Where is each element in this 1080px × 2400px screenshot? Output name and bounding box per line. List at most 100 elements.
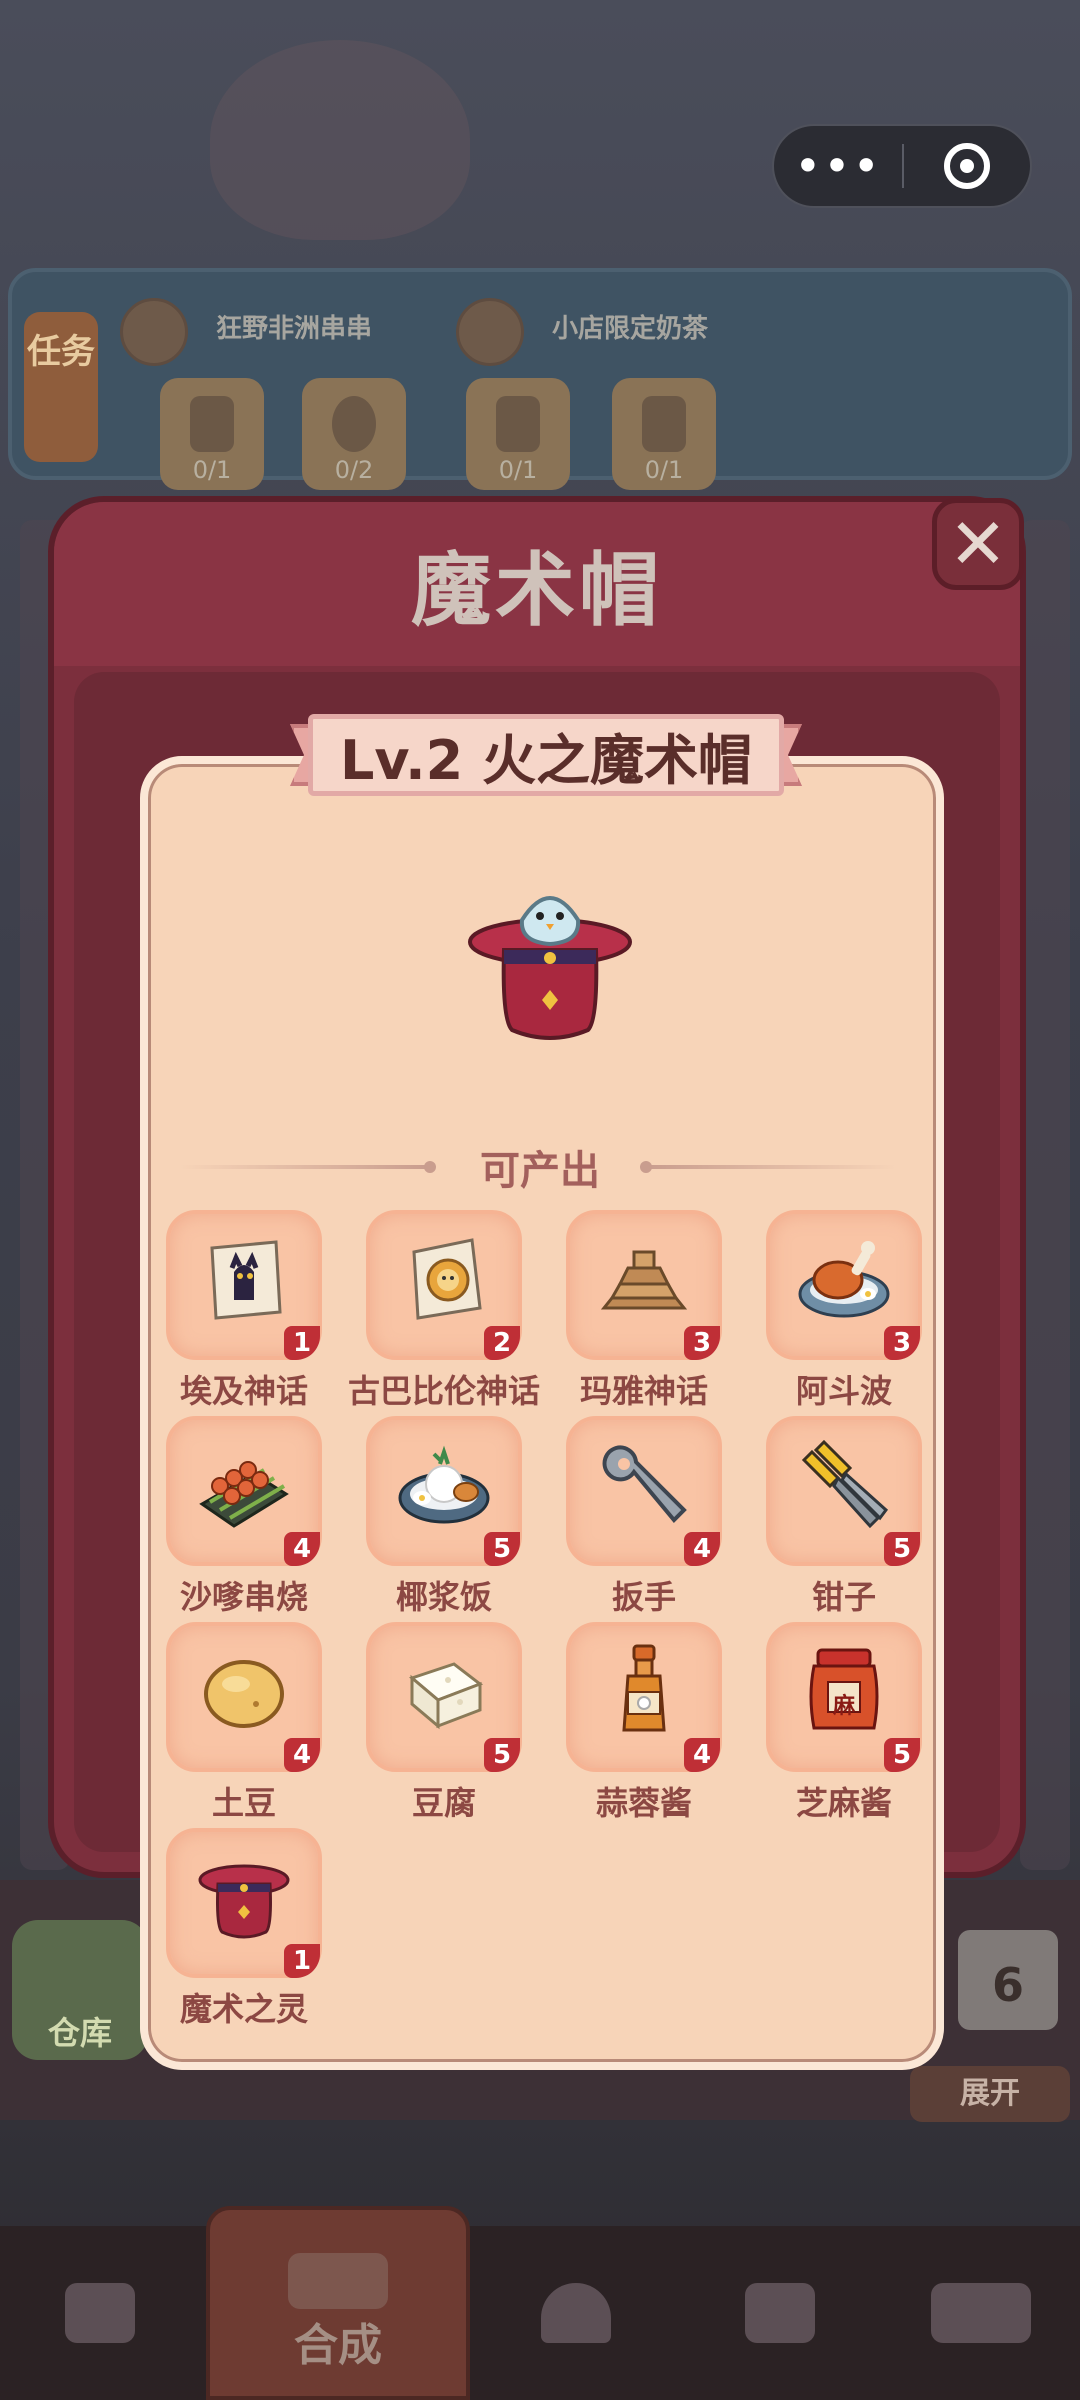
level-badge: 1 <box>284 1944 320 1978</box>
chef-icon <box>745 2283 815 2343</box>
nav-chef[interactable] <box>740 2226 820 2400</box>
target-icon <box>944 143 990 189</box>
item-name: 阿斗波 <box>795 1372 892 1410</box>
more-button[interactable]: ••• <box>774 126 902 206</box>
merge-icon <box>288 2253 388 2309</box>
panel-title: 魔术帽 <box>411 544 663 637</box>
egypt-scroll-icon <box>210 1240 282 1320</box>
calendar-icon[interactable]: 6 <box>958 1930 1058 2030</box>
roast-chicken-plate-icon <box>798 1241 890 1318</box>
produce-item[interactable]: 4 土豆 <box>166 1622 322 1822</box>
bag-icon <box>65 2283 135 2343</box>
miniprogram-capsule: ••• <box>772 124 1032 208</box>
task-slot-count: 0/2 <box>334 456 374 484</box>
level-badge: 1 <box>284 1326 320 1360</box>
task-tab[interactable]: 任务 <box>24 312 98 462</box>
produce-item[interactable]: 5 椰浆饭 <box>366 1416 522 1616</box>
calendar-day: 6 <box>991 1958 1024 2012</box>
warehouse-label: 仓库 <box>47 2014 112 2052</box>
jar-label: 麻 <box>832 1694 855 1719</box>
produce-item[interactable]: 5 豆腐 <box>366 1622 522 1822</box>
maya-pyramid-icon <box>600 1250 688 1310</box>
level-ribbon: Lv.2 火之魔术帽 <box>290 714 802 796</box>
order-avatar-icon <box>120 298 188 366</box>
produce-item[interactable]: 5 钳子 <box>766 1416 922 1616</box>
close-button[interactable]: ✕ <box>932 498 1024 590</box>
item-name: 扳手 <box>611 1578 676 1616</box>
produce-item[interactable]: 3 玛雅神话 <box>566 1210 722 1410</box>
more-icon: ••• <box>794 139 882 193</box>
background-decoration <box>210 40 470 240</box>
pliers-icon <box>801 1439 889 1529</box>
nav-merge[interactable]: 合成 <box>206 2226 470 2400</box>
item-name: 芝麻酱 <box>795 1784 892 1822</box>
task-group-2: 小店限定奶茶 0/1 0/1 <box>452 292 792 490</box>
babylon-scroll-icon <box>412 1238 482 1320</box>
nav-bell[interactable] <box>536 2226 616 2400</box>
item-name: 埃及神话 <box>179 1372 308 1410</box>
nav-bus[interactable] <box>926 2226 1036 2400</box>
fire-magic-hat-icon <box>468 896 632 1040</box>
level-badge: 3 <box>884 1326 920 1360</box>
produce-label: 可产出 <box>480 1148 600 1194</box>
item-name: 古巴比伦神话 <box>347 1372 540 1410</box>
expand-button[interactable]: 展开 <box>910 2066 1070 2122</box>
item-name: 魔术之灵 <box>179 1990 308 2028</box>
task-slot-count: 0/1 <box>644 456 684 484</box>
coconut-rice-icon <box>398 1445 490 1524</box>
level-badge: 3 <box>684 1326 720 1360</box>
close-miniprogram-button[interactable] <box>904 143 1030 189</box>
task-slot-count: 0/1 <box>192 456 232 484</box>
task-slot-count: 0/1 <box>498 456 538 484</box>
item-name: 豆腐 <box>411 1784 476 1822</box>
produce-item[interactable]: 1 魔术之灵 <box>166 1828 322 2028</box>
close-icon: ✕ <box>948 503 1008 585</box>
item-name: 椰浆饭 <box>395 1578 492 1616</box>
level-badge: 4 <box>684 1532 720 1566</box>
produce-item[interactable]: 麻 5 芝麻酱 <box>766 1622 922 1822</box>
produce-item[interactable]: 4 扳手 <box>566 1416 722 1616</box>
item-name: 钳子 <box>811 1578 876 1616</box>
produce-item[interactable]: 1 埃及神话 <box>166 1210 322 1410</box>
wrench-icon <box>602 1445 687 1523</box>
item-name: 土豆 <box>211 1784 276 1822</box>
item-name: 沙嗲串烧 <box>179 1578 308 1616</box>
task-slot[interactable]: 0/2 <box>302 378 406 490</box>
task-slot[interactable]: 0/1 <box>160 378 264 490</box>
divider-right <box>646 1165 896 1169</box>
ribbon-title: Lv.2 火之魔术帽 <box>339 728 753 792</box>
potato-icon <box>204 1660 284 1728</box>
board-right-edge <box>1020 520 1070 1870</box>
level-badge: 4 <box>284 1532 320 1566</box>
task-group-title: 小店限定奶茶 <box>552 314 709 344</box>
nav-merge-label: 合成 <box>294 2320 382 2371</box>
satay-skewers-icon <box>199 1461 289 1528</box>
produce-item[interactable]: 4 沙嗲串烧 <box>166 1416 322 1616</box>
produce-item[interactable]: 4 蒜蓉酱 <box>566 1622 722 1822</box>
level-badge: 4 <box>284 1738 320 1772</box>
garlic-sauce-bottle-icon <box>622 1644 666 1732</box>
level-badge: 2 <box>484 1326 520 1360</box>
task-group-title: 狂野非洲串串 <box>216 314 373 344</box>
order-avatar-icon <box>456 298 524 366</box>
nav-bag[interactable] <box>60 2226 140 2400</box>
bus-icon <box>931 2283 1031 2343</box>
item-name: 玛雅神话 <box>579 1372 708 1410</box>
tofu-icon <box>408 1662 484 1730</box>
produce-item[interactable]: 2 古巴比伦神话 <box>348 1210 540 1410</box>
item-name: 蒜蓉酱 <box>595 1784 692 1822</box>
task-slot[interactable]: 0/1 <box>612 378 716 490</box>
divider-left <box>180 1165 430 1169</box>
magic-hat-icon <box>198 1864 290 1939</box>
task-bar: 任务 狂野非洲串串 0/1 0/2 小店限定奶茶 0/1 0/1 <box>8 268 1072 490</box>
warehouse-button[interactable]: 仓库 <box>12 1920 148 2060</box>
level-badge: 5 <box>484 1738 520 1772</box>
produce-item[interactable]: 3 阿斗波 <box>766 1210 922 1410</box>
level-badge: 5 <box>884 1738 920 1772</box>
bell-icon <box>541 2283 611 2343</box>
level-badge: 5 <box>484 1532 520 1566</box>
task-group-1: 狂野非洲串串 0/1 0/2 <box>116 292 456 490</box>
level-badge: 5 <box>884 1532 920 1566</box>
task-slot[interactable]: 0/1 <box>466 378 570 490</box>
level-badge: 4 <box>684 1738 720 1772</box>
